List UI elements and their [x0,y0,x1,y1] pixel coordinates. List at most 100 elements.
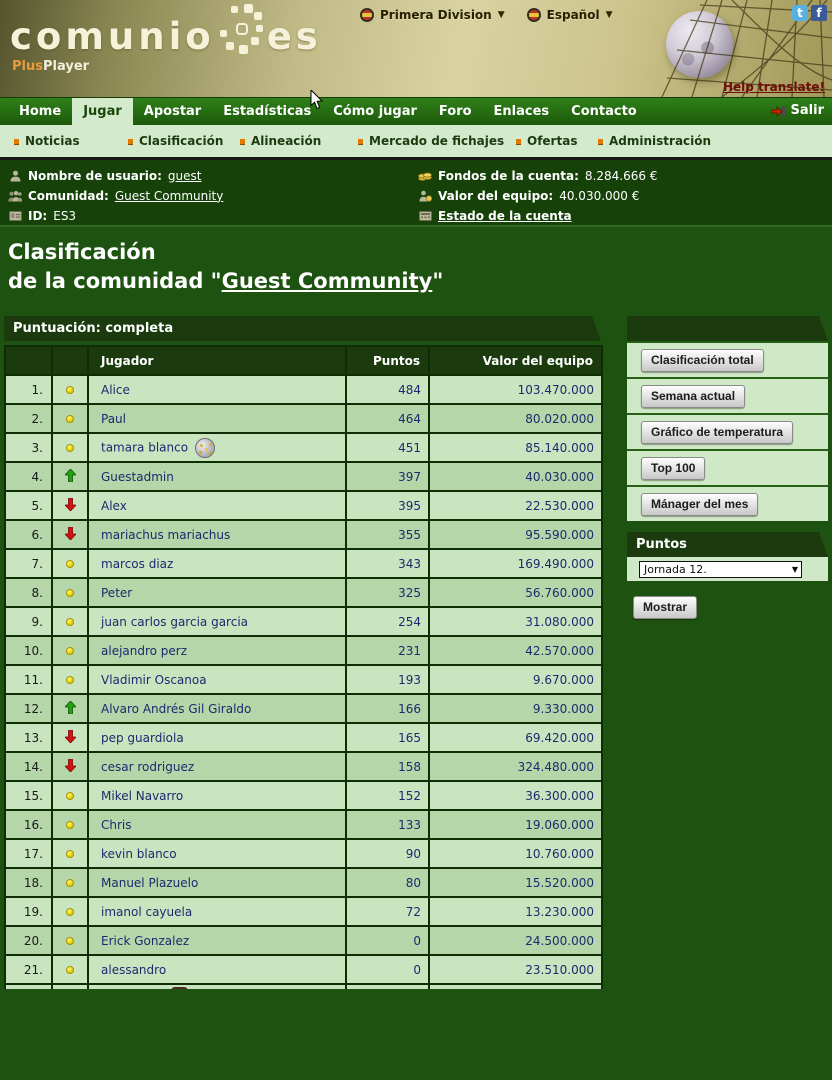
comunio-logo: comunio es [10,10,322,62]
trend-cell [52,404,88,433]
player-name: cesar rodriguez [101,760,194,774]
sidebar: Clasificación total Semana actual Gráfic… [627,316,828,619]
page: comunio es PlusPlayer [0,0,832,1080]
sidebar-button[interactable]: Semana actual [641,385,745,408]
logout-icon [771,106,786,117]
player-name-link[interactable]: mariachus mariachus [88,520,346,549]
rank-cell: 11. [5,665,52,694]
nav-item[interactable]: Enlaces [483,98,561,125]
no-change-icon [66,386,74,394]
league-dropdown[interactable]: Primera Division ▼ [360,8,505,22]
standings-section: Puntuación: completa Jugador Puntos Valo… [4,316,601,989]
points-cell: 231 [346,636,429,665]
site-header: comunio es PlusPlayer [0,0,832,97]
sidebar-button[interactable]: Clasificación total [641,349,764,372]
username-label: Nombre de usuario: [28,169,162,183]
select-arrow-icon: ▼ [792,562,798,577]
nav-item[interactable]: Contacto [560,98,648,125]
subnav-item[interactable]: Clasificación [128,125,223,157]
nav-item[interactable]: Apostar [133,98,212,125]
points-cell: 397 [346,462,429,491]
player-name-link[interactable]: imanol cayuela [88,897,346,926]
subnav-item[interactable]: Noticias [14,125,80,157]
help-translate-link[interactable]: Help translate! [723,80,825,94]
community-link[interactable]: Guest Community [115,189,224,203]
player-name-link[interactable]: Alice [88,375,346,404]
spain-flag-icon [360,8,374,22]
header-selectors: Primera Division ▼ Español ▼ [360,8,613,22]
subnav-item[interactable]: Administración [598,125,711,157]
nav-item[interactable]: Cómo jugar [322,98,428,125]
caret-down-icon: ▼ [606,10,613,20]
subnav-item[interactable]: Ofertas [516,125,577,157]
trend-cell [52,636,88,665]
player-name-link[interactable]: marcos diaz [88,549,346,578]
player-name: Guestadmin [101,470,174,484]
player-name-link[interactable]: Manuel Plazuelo [88,868,346,897]
medal-icon [195,438,215,458]
calculator-icon [418,211,432,221]
player-name: Chris [101,818,132,832]
nav-item[interactable]: Home [8,98,72,125]
player-name: imanol cayuela [101,905,192,919]
player-name: alessandro [101,963,166,977]
player-name-link[interactable]: Erick Gonzalez [88,926,346,955]
sidebar-button[interactable]: Gráfico de temperatura [641,421,793,444]
player-name-link[interactable]: Paul [88,404,346,433]
player-name-link[interactable]: Peter [88,578,346,607]
points-cell: 80 [346,868,429,897]
jornada-select-value: Jornada 12. [644,562,707,577]
player-name-link[interactable]: alessandro [88,955,346,984]
table-row: 7. marcos diaz 343 169.490.000 [5,549,602,578]
partial-name-cell [88,984,346,989]
twitter-icon[interactable]: t [792,5,808,21]
table-row: 10. alejandro perz 231 42.570.000 [5,636,602,665]
player-name-link[interactable]: Guestadmin [88,462,346,491]
subnav-item[interactable]: Mercado de fichajes [358,125,504,157]
nav-item[interactable]: Estadísticas [212,98,322,125]
points-cell: 90 [346,839,429,868]
table-row: 17. kevin blanco 90 10.760.000 [5,839,602,868]
table-row: 6. mariachus mariachus 355 95.590.000 [5,520,602,549]
nav-item[interactable]: Foro [428,98,483,125]
language-dropdown-label: Español [547,8,600,22]
logout-label: Salir [791,97,824,125]
player-name-link[interactable]: tamara blanco [88,433,346,462]
trend-cell [52,578,88,607]
subnav-item[interactable]: Alineación [240,125,321,157]
funds-value: 8.284.666 € [585,169,658,183]
team-value-cell: 40.030.000 [429,462,602,491]
trend-cell [52,462,88,491]
player-name-link[interactable]: juan carlos garcia garcia [88,607,346,636]
points-cell: 343 [346,549,429,578]
jornada-select[interactable]: Jornada 12. ▼ [639,561,802,578]
sidebar-button[interactable]: Mánager del mes [641,493,758,516]
trend-cell [52,955,88,984]
sidebar-button-row: Top 100 [627,449,828,485]
rank-cell: 4. [5,462,52,491]
player-name-link[interactable]: pep guardiola [88,723,346,752]
player-name-link[interactable]: Chris [88,810,346,839]
title-community-link[interactable]: Guest Community [222,269,433,293]
points-cell: 395 [346,491,429,520]
username-link[interactable]: guest [168,169,202,183]
player-name-link[interactable]: alejandro perz [88,636,346,665]
rank-cell: 7. [5,549,52,578]
id-label: ID: [28,209,47,223]
player-name-link[interactable]: cesar rodriguez [88,752,346,781]
player-name-link[interactable]: Alex [88,491,346,520]
player-name-link[interactable]: Mikel Navarro [88,781,346,810]
show-button[interactable]: Mostrar [633,596,697,619]
player-name: pep guardiola [101,731,184,745]
no-change-icon [66,879,74,887]
logout-button[interactable]: Salir [771,97,824,125]
player-name-link[interactable]: Vladimir Oscanoa [88,665,346,694]
caret-down-icon: ▼ [498,10,505,20]
account-status-link[interactable]: Estado de la cuenta [438,209,572,223]
player-name-link[interactable]: kevin blanco [88,839,346,868]
facebook-icon[interactable]: f [811,5,827,21]
sidebar-button[interactable]: Top 100 [641,457,705,480]
nav-item[interactable]: Jugar [72,98,133,125]
language-dropdown[interactable]: Español ▼ [527,8,613,22]
player-name-link[interactable]: Alvaro Andrés Gil Giraldo [88,694,346,723]
